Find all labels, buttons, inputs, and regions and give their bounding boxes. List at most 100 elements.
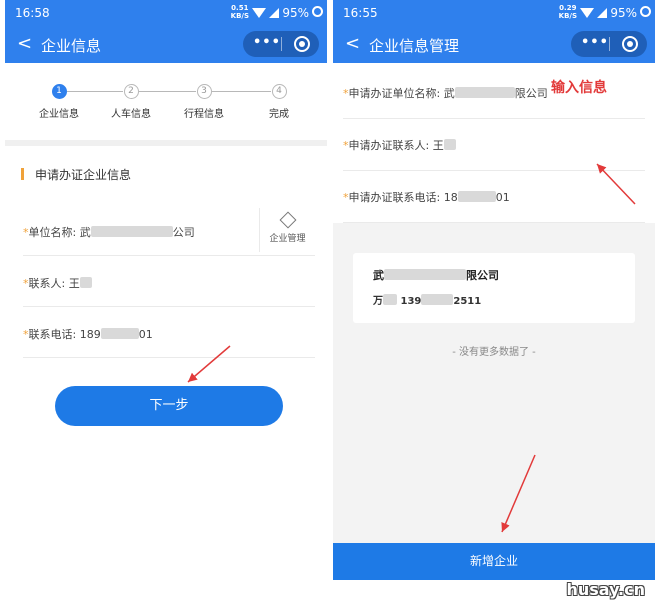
step-number: 3 xyxy=(196,84,212,99)
redacted-text xyxy=(443,139,456,150)
page-title: 企业信息管理 xyxy=(369,37,460,55)
step-1: 1 企业信息 xyxy=(29,84,89,120)
add-company-button[interactable]: 新增企业 xyxy=(333,543,655,580)
section-divider xyxy=(5,140,327,146)
close-miniprogram-icon[interactable] xyxy=(294,36,310,52)
redacted-text xyxy=(384,269,466,280)
wifi-icon xyxy=(580,8,594,18)
battery-level: 95% xyxy=(610,6,637,20)
network-speed: 0.29 KB/S xyxy=(559,4,577,20)
settings-icon xyxy=(279,211,296,229)
mini-program-capsule: ••• xyxy=(243,31,319,57)
phone-prefix: 189 xyxy=(79,328,101,341)
status-time: 16:58 xyxy=(15,6,50,20)
phone-suffix: 01 xyxy=(495,191,510,204)
battery-icon xyxy=(312,6,323,17)
status-bar: 16:55 0.29 KB/S 95% xyxy=(333,0,655,26)
card-contact: 万 139 2511 xyxy=(373,292,481,307)
company-card[interactable]: 武 限公司 万 139 2511 xyxy=(353,253,635,323)
phone-text: *联系电话: 189 01 xyxy=(23,326,153,342)
card-person-prefix: 万 xyxy=(373,296,383,307)
section-title: 申请办证企业信息 xyxy=(21,166,131,183)
step-number: 4 xyxy=(271,84,287,99)
network-speed-value: 0.51 xyxy=(231,4,249,12)
step-4: 4 完成 xyxy=(249,84,309,120)
more-icon[interactable]: ••• xyxy=(581,35,609,50)
page-title: 企业信息 xyxy=(41,37,102,55)
contact-label: 联系人: xyxy=(28,277,69,290)
contact-text: *申请办证联系人: 王 xyxy=(343,137,456,153)
redacted-text xyxy=(100,328,139,339)
company-name-label: 申请办证单位名称: xyxy=(348,87,444,100)
card-phone-prefix: 139 xyxy=(400,296,422,307)
contact-field[interactable]: *申请办证联系人: 王 xyxy=(343,119,645,171)
contact-value: 王 xyxy=(432,139,444,152)
contact-label: 申请办证联系人: xyxy=(348,139,433,152)
more-icon[interactable]: ••• xyxy=(253,35,281,50)
step-2: 2 人车信息 xyxy=(101,84,161,120)
network-speed-unit: KB/S xyxy=(558,12,577,20)
company-name-prefix: 武 xyxy=(79,226,91,239)
card-name-suffix: 限公司 xyxy=(466,269,499,282)
phone-suffix: 01 xyxy=(138,328,153,341)
company-name-text: *单位名称: 武公司 xyxy=(23,224,195,240)
annotation-hint: 输入信息 xyxy=(551,80,607,96)
signal-icon xyxy=(597,8,607,18)
step-label: 人车信息 xyxy=(111,109,151,120)
company-name-suffix: 公司 xyxy=(172,226,195,239)
battery-icon xyxy=(640,6,651,17)
company-name-text: *申请办证单位名称: 武限公司 xyxy=(343,85,548,101)
mini-program-capsule: ••• xyxy=(571,31,647,57)
watermark: husay.cn xyxy=(566,580,645,599)
company-manage-label: 企业管理 xyxy=(269,234,306,244)
redacted-text xyxy=(90,226,173,237)
card-name-prefix: 武 xyxy=(373,269,384,282)
status-time: 16:55 xyxy=(343,6,378,20)
step-3: 3 行程信息 xyxy=(174,84,234,120)
phone-prefix: 18 xyxy=(443,191,458,204)
phone-field[interactable]: *联系电话: 189 01 xyxy=(23,308,315,358)
next-step-button[interactable]: 下一步 xyxy=(55,386,283,426)
company-name-field[interactable]: *单位名称: 武公司 企业管理 xyxy=(23,206,315,256)
company-name-suffix: 限公司 xyxy=(514,87,548,100)
contact-text: *联系人: 王 xyxy=(23,275,92,291)
redacted-text xyxy=(421,294,454,305)
back-icon[interactable]: < xyxy=(17,34,32,54)
step-progress: 1 企业信息 2 人车信息 3 行程信息 4 完成 xyxy=(5,84,327,130)
network-speed: 0.51 KB/S xyxy=(231,4,249,20)
contact-field[interactable]: *联系人: 王 xyxy=(23,257,315,307)
contact-value: 王 xyxy=(68,277,80,290)
status-bar: 16:58 0.51 KB/S 95% xyxy=(5,0,327,26)
phone-label: 联系电话: xyxy=(28,328,80,341)
step-number: 1 xyxy=(51,84,67,99)
battery-level: 95% xyxy=(282,6,309,20)
redacted-text xyxy=(79,277,92,288)
step-number: 2 xyxy=(123,84,139,99)
close-miniprogram-icon[interactable] xyxy=(622,36,638,52)
back-icon[interactable]: < xyxy=(345,34,360,54)
step-label: 完成 xyxy=(269,109,289,120)
step-label: 企业信息 xyxy=(39,109,79,120)
nav-bar: < 企业信息 ••• xyxy=(5,26,327,63)
no-more-data: - 没有更多数据了 - xyxy=(452,347,536,358)
network-speed-unit: KB/S xyxy=(230,12,249,20)
company-name-label: 单位名称: xyxy=(28,226,80,239)
card-phone-suffix: 2511 xyxy=(453,296,482,307)
redacted-text xyxy=(454,87,515,98)
phone-field[interactable]: *申请办证联系电话: 18 01 xyxy=(343,171,645,223)
company-info-screen: 16:58 0.51 KB/S 95% < 企业信息 ••• 1 企业信息 2 人… xyxy=(5,0,327,470)
capsule-divider xyxy=(609,37,610,51)
company-management-screen: 16:55 0.29 KB/S 95% < 企业信息管理 ••• *申请办证单位名… xyxy=(333,0,655,580)
phone-text: *申请办证联系电话: 18 01 xyxy=(343,189,510,205)
company-manage-button[interactable]: 企业管理 xyxy=(259,208,315,252)
card-company-name: 武 限公司 xyxy=(373,267,499,283)
redacted-text xyxy=(457,191,496,202)
wifi-icon xyxy=(252,8,266,18)
signal-icon xyxy=(269,8,279,18)
phone-label: 申请办证联系电话: xyxy=(348,191,444,204)
nav-bar: < 企业信息管理 ••• xyxy=(333,26,655,63)
capsule-divider xyxy=(281,37,282,51)
redacted-text xyxy=(383,294,397,305)
company-name-prefix: 武 xyxy=(443,87,455,100)
step-label: 行程信息 xyxy=(184,109,224,120)
